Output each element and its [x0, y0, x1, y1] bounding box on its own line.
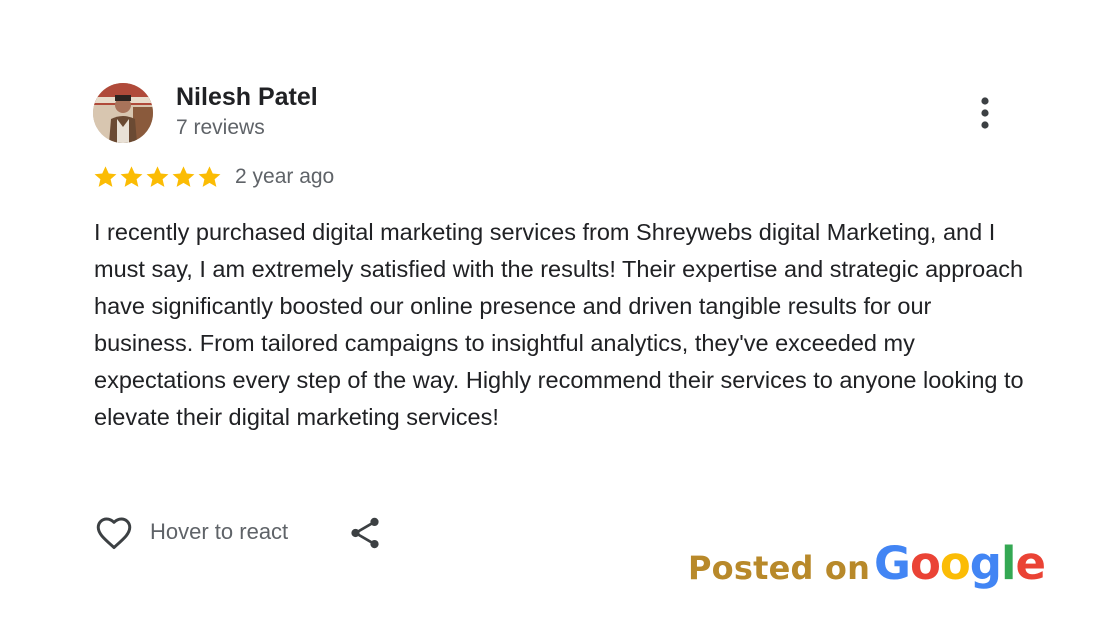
google-logo-letter: e — [1015, 537, 1046, 590]
google-logo-letter: l — [1001, 537, 1016, 590]
star-icon — [171, 164, 196, 192]
share-icon — [351, 517, 379, 549]
star-icon — [93, 164, 118, 192]
review-date: 2 year ago — [235, 165, 335, 188]
star-icon — [145, 164, 170, 192]
more-vertical-icon — [981, 97, 989, 129]
google-logo-letter: g — [969, 537, 1002, 590]
google-logo: Google — [874, 537, 1046, 590]
reviewer-avatar[interactable] — [93, 83, 153, 143]
google-logo-letter: o — [909, 537, 941, 590]
google-logo-letter: o — [939, 537, 971, 590]
like-button[interactable] — [93, 512, 135, 554]
star-icon — [119, 164, 144, 192]
star-rating — [93, 164, 222, 192]
heart-outline-icon — [96, 517, 132, 550]
reviewer-review-count[interactable]: 7 reviews — [176, 116, 265, 140]
share-button[interactable] — [346, 514, 384, 552]
google-logo-letter: G — [874, 537, 911, 590]
review-card: Nilesh Patel 7 reviews 2 year ago I rece… — [0, 0, 1096, 634]
react-label[interactable]: Hover to react — [150, 519, 288, 545]
star-icon — [197, 164, 222, 192]
reviewer-name[interactable]: Nilesh Patel — [176, 83, 318, 112]
review-text: I recently purchased digital marketing s… — [94, 219, 1024, 430]
more-options-button[interactable] — [970, 94, 1000, 134]
posted-on-label: Posted on — [688, 549, 871, 587]
avatar-image — [93, 83, 153, 143]
